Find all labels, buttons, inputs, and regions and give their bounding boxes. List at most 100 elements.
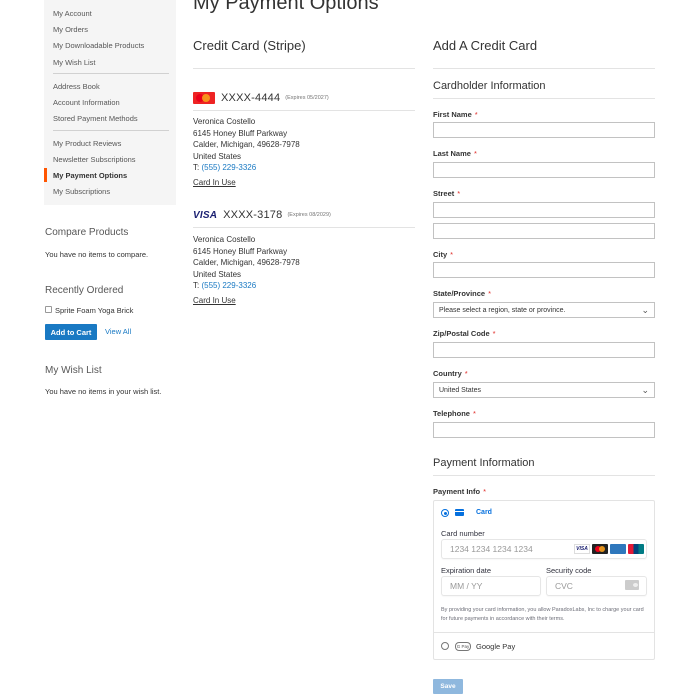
add-card-title: Add A Credit Card (433, 38, 538, 53)
divider (433, 68, 655, 69)
google-pay-radio[interactable] (441, 642, 449, 650)
recently-ordered-checkbox[interactable] (45, 306, 52, 313)
nav-divider (53, 130, 169, 131)
wishlist-title: My Wish List (45, 365, 102, 376)
card-number: XXXX-4444 (221, 92, 281, 104)
save-button[interactable]: Save (433, 679, 463, 694)
nav-item-stored-payment-methods[interactable]: Stored Payment Methods (53, 114, 138, 123)
page-title: My Payment Options (193, 0, 379, 14)
recently-ordered-item[interactable]: Sprite Foam Yoga Brick (55, 306, 133, 315)
nav-active-indicator (44, 168, 47, 182)
card-in-use-link[interactable]: Card In Use (193, 296, 236, 305)
country-label: Country * (433, 369, 468, 378)
city-label: City * (433, 250, 454, 259)
last-name-label: Last Name * (433, 149, 477, 158)
nav-item-wish-list[interactable]: My Wish List (53, 58, 96, 67)
nav-item-payment-options[interactable]: My Payment Options (53, 171, 127, 180)
divider (433, 475, 655, 476)
expiry-placeholder: MM / YY (450, 581, 483, 591)
telephone-link[interactable]: (555) 229-3326 (201, 281, 256, 290)
divider (433, 98, 655, 99)
telephone-label: Telephone * (433, 409, 476, 418)
cvc-placeholder: CVC (555, 581, 573, 591)
view-all-link[interactable]: View All (105, 327, 131, 336)
card-number-placeholder: 1234 1234 1234 1234 (450, 544, 533, 554)
first-name-input[interactable] (433, 122, 655, 138)
expiry-label: Expiration date (441, 566, 492, 575)
nav-item-newsletter-subscriptions[interactable]: Newsletter Subscriptions (53, 155, 136, 164)
last-name-input[interactable] (433, 162, 655, 178)
address-country: United States (193, 269, 242, 279)
add-to-cart-button[interactable]: Add to Cart (45, 324, 97, 340)
google-pay-label[interactable]: Google Pay (476, 642, 515, 651)
saved-card-visa: VISA XXXX-3178 (Expires 08/2029) (193, 209, 331, 221)
payment-terms-note: By providing your card information, you … (441, 607, 644, 622)
telephone-link[interactable]: (555) 229-3326 (201, 163, 256, 172)
saved-card-mastercard: XXXX-4444 (Expires 05/2027) (193, 92, 329, 104)
chevron-down-icon: ⌄ (641, 305, 649, 315)
country-select[interactable]: United States ⌄ (433, 382, 655, 398)
visa-icon: VISA (193, 209, 218, 221)
zip-input[interactable] (433, 342, 655, 358)
card-option-label[interactable]: Card (476, 509, 492, 516)
street-input-line2[interactable] (433, 223, 655, 239)
country-selected-value: United States (439, 386, 482, 394)
divider (434, 632, 654, 633)
mastercard-icon (193, 92, 215, 104)
card-expiry: (Expires 05/2027) (285, 95, 329, 101)
compare-products-title: Compare Products (45, 227, 129, 238)
address-city: Calder, Michigan, 49628-7978 (193, 258, 300, 267)
card-number: XXXX-3178 (223, 209, 283, 221)
nav-divider (53, 73, 169, 74)
address-street: 6145 Honey Bluff Parkway (193, 246, 288, 256)
wishlist-empty-text: You have no items in your wish list. (45, 387, 162, 396)
unionpay-icon (628, 544, 644, 554)
recently-ordered-title: Recently Ordered (45, 285, 124, 296)
street-input-line1[interactable] (433, 202, 655, 218)
chevron-down-icon: ⌄ (641, 385, 649, 395)
card-brands: VISA (574, 544, 644, 554)
expiry-input[interactable]: MM / YY (441, 576, 541, 596)
saved-cards-title: Credit Card (Stripe) (193, 38, 306, 53)
address-country: United States (193, 151, 242, 161)
nav-item-address-book[interactable]: Address Book (53, 82, 100, 91)
amex-icon (610, 544, 626, 554)
compare-empty-text: You have no items to compare. (45, 250, 149, 259)
nav-item-account-information[interactable]: Account Information (53, 98, 120, 107)
address-name: Veronica Costello (193, 235, 256, 244)
region-select[interactable]: Please select a region, state or provinc… (433, 302, 655, 318)
divider (193, 110, 415, 111)
nav-item-downloadable-products[interactable]: My Downloadable Products (53, 41, 144, 50)
cvc-label: Security code (546, 566, 592, 575)
mastercard-icon (592, 544, 608, 554)
payment-info-title: Payment Information (433, 457, 535, 469)
telephone-input[interactable] (433, 422, 655, 438)
visa-icon: VISA (574, 544, 590, 554)
payment-info-label: Payment Info * (433, 487, 487, 496)
nav-item-product-reviews[interactable]: My Product Reviews (53, 139, 121, 148)
cardholder-info-title: Cardholder Information (433, 80, 546, 92)
card-expiry: (Expires 08/2029) (287, 212, 331, 218)
city-input[interactable] (433, 262, 655, 278)
address-name: Veronica Costello (193, 117, 256, 126)
divider (193, 227, 415, 228)
nav-item-my-orders[interactable]: My Orders (53, 25, 88, 34)
card-number-label: Card number (441, 529, 485, 538)
cvc-card-icon (625, 580, 639, 590)
first-name-label: First Name * (433, 110, 478, 119)
nav-item-subscriptions[interactable]: My Subscriptions (53, 187, 110, 196)
card-radio[interactable] (441, 509, 449, 517)
zip-label: Zip/Postal Code * (433, 329, 496, 338)
account-nav: My Account My Orders My Downloadable Pro… (44, 0, 176, 205)
nav-item-my-account[interactable]: My Account (53, 9, 92, 18)
address-city: Calder, Michigan, 49628-7978 (193, 140, 300, 149)
google-pay-icon: G Pay (455, 642, 471, 651)
region-selected-value: Please select a region, state or provinc… (439, 306, 566, 314)
address-street: 6145 Honey Bluff Parkway (193, 128, 288, 138)
card-in-use-link[interactable]: Card In Use (193, 178, 236, 187)
region-label: State/Province * (433, 289, 492, 298)
card-address: Veronica Costello 6145 Honey Bluff Parkw… (193, 234, 300, 292)
divider (193, 68, 415, 69)
credit-card-icon (455, 509, 464, 516)
card-address: Veronica Costello 6145 Honey Bluff Parkw… (193, 116, 300, 174)
